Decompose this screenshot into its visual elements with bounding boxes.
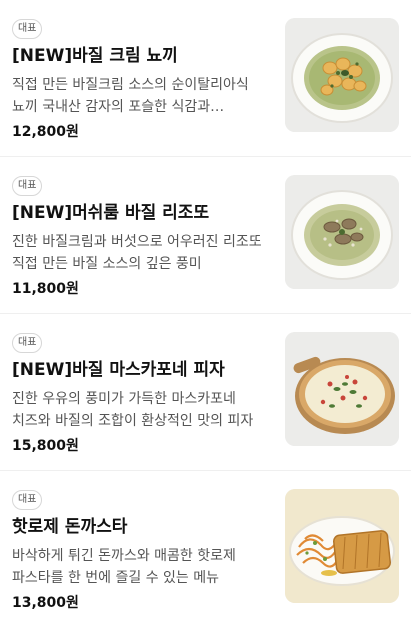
menu-item-description: 바삭하게 튀긴 돈까스와 매콤한 핫로제 파스타를 한 번에 즐길 수 있는 메… xyxy=(12,548,236,586)
menu-item-name: 핫로제 돈까스타 xyxy=(12,517,128,537)
menu-item-description: 직접 만든 바질크림 소스의 순이탈리아식 뇨끼 국내산 감자의 포슬한 식감과… xyxy=(12,77,249,115)
pizza-image xyxy=(285,332,399,446)
gnocchi-dish-image xyxy=(285,18,399,132)
signature-badge: 대표 xyxy=(12,333,43,353)
menu-item-photo[interactable] xyxy=(285,175,399,289)
menu-item[interactable]: 대표 [NEW]머쉬룸 바질 리조또 진한 바질크림과 버섯으로 어우러진 리조… xyxy=(0,157,411,314)
signature-badge: 대표 xyxy=(12,176,43,196)
tonkatsu-pasta-image xyxy=(285,489,399,603)
menu-item-photo[interactable] xyxy=(285,489,399,603)
menu-item-photo[interactable] xyxy=(285,18,399,132)
menu-item-description: 진한 우유의 풍미가 가득한 마스카포네 치즈와 바질의 조합이 환상적인 맛의… xyxy=(12,391,254,429)
menu-list: 대표 [NEW]바질 크림 뇨끼 직접 만든 바질크림 소스의 순이탈리아식 뇨… xyxy=(0,0,411,620)
risotto-dish-image xyxy=(285,175,399,289)
menu-item[interactable]: 대표 핫로제 돈까스타 바삭하게 튀긴 돈까스와 매콤한 핫로제 파스타를 한 … xyxy=(0,471,411,620)
menu-item-description: 진한 바질크림과 버섯으로 어우러진 리조또 직접 만든 바질 소스의 깊은 풍… xyxy=(12,234,262,272)
menu-item[interactable]: 대표 [NEW]바질 크림 뇨끼 직접 만든 바질크림 소스의 순이탈리아식 뇨… xyxy=(0,0,411,157)
menu-item[interactable]: 대표 [NEW]바질 마스카포네 피자 진한 우유의 풍미가 가득한 마스카포네… xyxy=(0,314,411,471)
menu-item-name: [NEW]머쉬룸 바질 리조또 xyxy=(12,203,210,223)
signature-badge: 대표 xyxy=(12,490,43,510)
menu-item-name: [NEW]바질 크림 뇨끼 xyxy=(12,46,178,66)
menu-item-photo[interactable] xyxy=(285,332,399,446)
signature-badge: 대표 xyxy=(12,19,43,39)
menu-item-name: [NEW]바질 마스카포네 피자 xyxy=(12,360,225,380)
